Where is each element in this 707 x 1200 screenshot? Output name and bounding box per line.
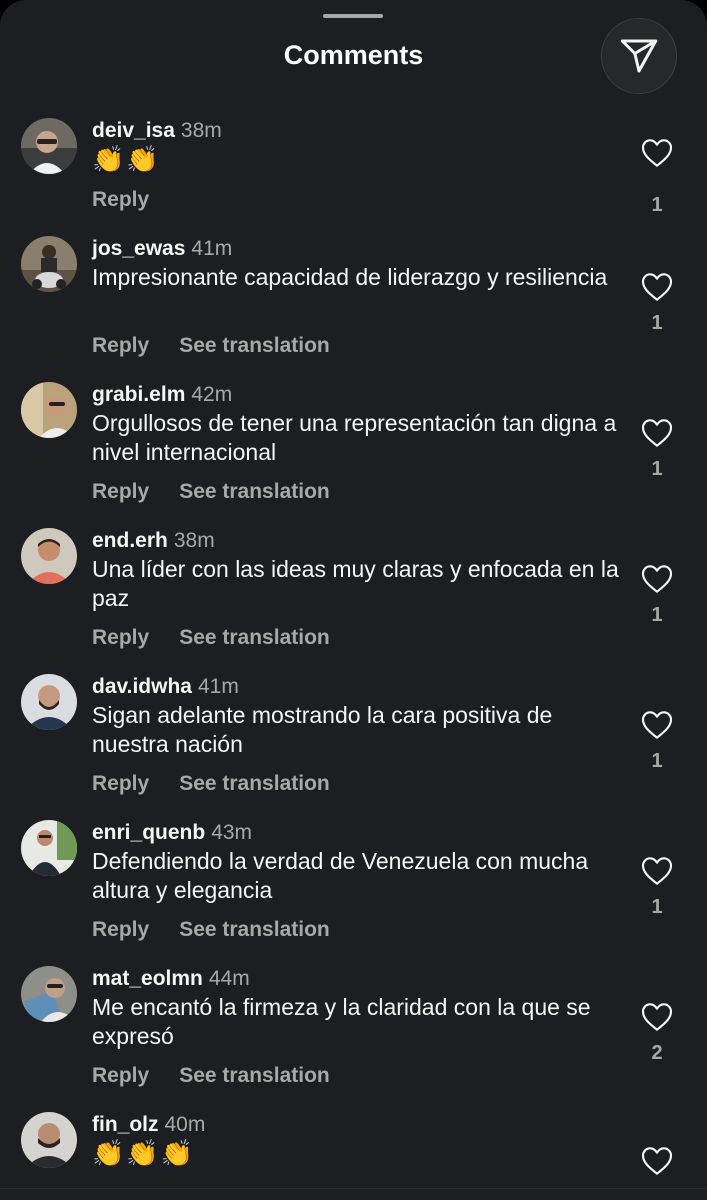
see-translation-button[interactable]: See translation <box>179 334 330 357</box>
reply-button[interactable]: Reply <box>92 480 149 503</box>
username[interactable]: mat_eolmn <box>92 967 203 990</box>
comment-meta: end.erh 38m <box>92 528 215 554</box>
comment-meta: deiv_isa 38m <box>92 118 222 144</box>
comment-item: jos_ewas 41m Impresionante capacidad de l… <box>0 236 707 376</box>
share-button[interactable] <box>601 18 677 94</box>
username[interactable]: jos_ewas <box>92 237 185 260</box>
username[interactable]: deiv_isa <box>92 119 175 142</box>
heart-icon[interactable] <box>641 1002 673 1032</box>
reply-button[interactable]: Reply <box>92 1064 149 1087</box>
username[interactable]: grabi.elm <box>92 383 185 406</box>
send-paper-plane-icon <box>620 39 658 73</box>
comment-item: dav.idwha 41m Sigan adelante mostrando la… <box>0 674 707 814</box>
comment-text: Me encantó la firmeza y la claridad con … <box>92 994 591 1049</box>
timestamp: 42m <box>191 383 233 406</box>
comment-actions: Reply See translation <box>92 1064 360 1088</box>
see-translation-button[interactable]: See translation <box>179 772 330 795</box>
like-count: 2 <box>651 1042 663 1064</box>
heart-icon[interactable] <box>641 856 673 886</box>
like-count: 1 <box>651 896 663 918</box>
timestamp: 40m <box>164 1113 206 1136</box>
reply-button[interactable]: Reply <box>92 188 149 211</box>
comment-item: enri_quenb 43m Defendiendo la verdad de V… <box>0 820 707 960</box>
timestamp: 44m <box>208 967 250 990</box>
comment-item: end.erh 38m Una líder con las ideas muy c… <box>0 528 707 668</box>
avatar[interactable] <box>21 674 77 730</box>
comment-item: grabi.elm 42m Orgullosos de tener una rep… <box>0 382 707 522</box>
avatar[interactable] <box>21 118 77 174</box>
drag-handle[interactable] <box>323 14 383 18</box>
timestamp: 41m <box>191 237 233 260</box>
like-count: 1 <box>651 458 663 480</box>
heart-icon[interactable] <box>641 418 673 448</box>
timestamp: 41m <box>197 675 239 698</box>
comment-actions: Reply <box>92 188 179 212</box>
comment-actions: Reply See translation <box>92 626 360 650</box>
like-count: 1 <box>651 604 663 626</box>
comment-actions: Reply See translation <box>92 334 360 358</box>
reply-button[interactable]: Reply <box>92 918 149 941</box>
heart-icon[interactable] <box>641 272 673 302</box>
like-count: 1 <box>651 750 663 772</box>
comment-meta: jos_ewas 41m <box>92 236 232 262</box>
comment-meta: mat_eolmn 44m <box>92 966 250 992</box>
comment-text: Defendiendo la verdad de Venezuela con m… <box>92 848 589 903</box>
username[interactable]: enri_quenb <box>92 821 205 844</box>
timestamp: 38m <box>173 529 215 552</box>
reply-button[interactable]: Reply <box>92 626 149 649</box>
comment-text: Una líder con las ideas muy claras y enf… <box>92 556 619 611</box>
heart-icon[interactable] <box>641 564 673 594</box>
comment-item: mat_eolmn 44m Me encantó la firmeza y la … <box>0 966 707 1106</box>
username[interactable]: end.erh <box>92 529 168 552</box>
avatar[interactable] <box>21 382 77 438</box>
comment-text: Orgullosos de tener una representación t… <box>92 410 617 465</box>
comment-text: Impresionante capacidad de liderazgo y r… <box>92 264 608 290</box>
timestamp: 43m <box>211 821 253 844</box>
see-translation-button[interactable]: See translation <box>179 626 330 649</box>
comment-actions: Reply See translation <box>92 918 360 942</box>
like-count: 1 <box>651 312 663 334</box>
comment-actions: Reply See translation <box>92 772 360 796</box>
username[interactable]: fin_olz <box>92 1113 159 1136</box>
comment-meta: dav.idwha 41m <box>92 674 239 700</box>
avatar[interactable] <box>21 528 77 584</box>
comment-text: 👏👏 <box>92 144 161 174</box>
comments-sheet: Comments deiv_isa 38m 👏👏 Reply 1 jos_ewas… <box>0 0 707 1200</box>
heart-icon[interactable] <box>641 138 673 168</box>
avatar[interactable] <box>21 1112 77 1168</box>
comment-item: fin_olz 40m 👏👏👏 <box>0 1112 707 1200</box>
comment-actions: Reply See translation <box>92 480 360 504</box>
heart-icon[interactable] <box>641 710 673 740</box>
heart-icon[interactable] <box>641 1146 673 1176</box>
comment-text: Sigan adelante mostrando la cara positiv… <box>92 702 553 757</box>
see-translation-button[interactable]: See translation <box>179 1064 330 1087</box>
comment-meta: fin_olz 40m <box>92 1112 205 1138</box>
timestamp: 38m <box>180 119 222 142</box>
avatar[interactable] <box>21 820 77 876</box>
comment-meta: grabi.elm 42m <box>92 382 232 408</box>
username[interactable]: dav.idwha <box>92 675 192 698</box>
see-translation-button[interactable]: See translation <box>179 918 330 941</box>
avatar[interactable] <box>21 236 77 292</box>
comment-meta: enri_quenb 43m <box>92 820 252 846</box>
divider <box>0 1188 707 1189</box>
avatar[interactable] <box>21 966 77 1022</box>
reply-button[interactable]: Reply <box>92 334 149 357</box>
like-count: 1 <box>651 194 663 216</box>
reply-button[interactable]: Reply <box>92 772 149 795</box>
see-translation-button[interactable]: See translation <box>179 480 330 503</box>
comment-text: 👏👏👏 <box>92 1138 196 1168</box>
